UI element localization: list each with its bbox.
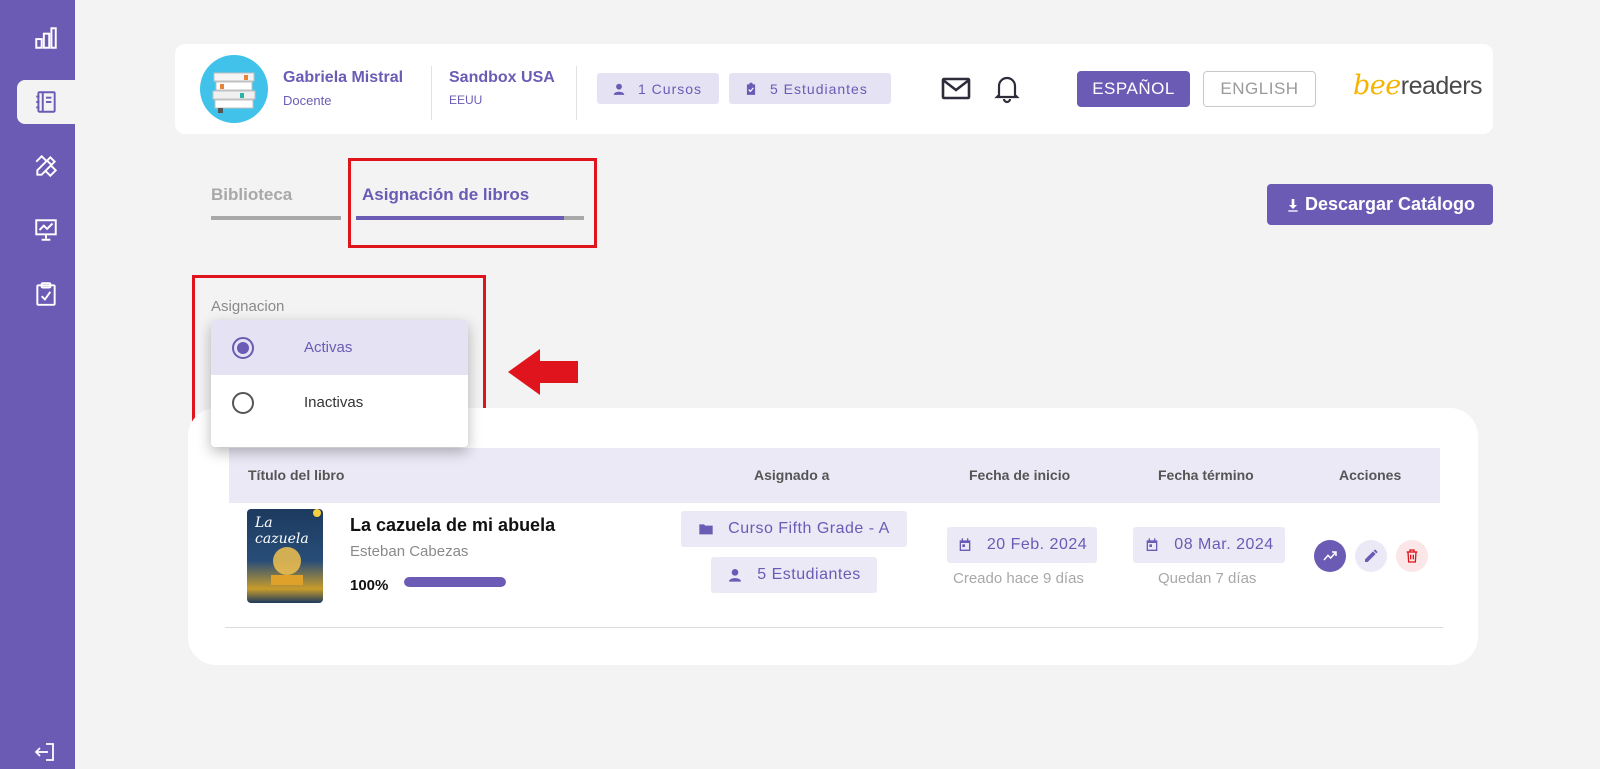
assigned-students-tag[interactable]: 5 Estudiantes <box>711 557 877 593</box>
sidebar-item-tasks[interactable] <box>17 272 75 316</box>
students-count: 5 Estudiantes <box>770 80 868 97</box>
book-cover-art-icon <box>271 509 321 585</box>
delete-button[interactable] <box>1396 540 1428 572</box>
sidebar-item-library[interactable] <box>17 80 75 124</box>
person-icon <box>613 83 625 95</box>
table-header <box>229 448 1440 503</box>
beereaders-logo: beereaders <box>1353 70 1483 101</box>
sidebar <box>0 0 75 769</box>
book-cover[interactable]: La cazuela <box>247 509 323 603</box>
tab-biblioteca[interactable]: Biblioteca <box>211 185 292 205</box>
bar-chart-icon <box>35 27 57 49</box>
red-arrow-icon <box>508 349 578 395</box>
pencil-ruler-icon <box>35 154 58 178</box>
assigned-course-tag[interactable]: Curso Fifth Grade - A <box>681 511 907 547</box>
progress-percent: 100% <box>350 577 389 594</box>
option-activas[interactable]: Activas <box>211 320 468 375</box>
start-date-note: Creado hace 9 días <box>953 570 1084 587</box>
end-date-note: Quedan 7 días <box>1158 570 1257 587</box>
logo-bee: bee <box>1353 70 1401 101</box>
header-divider <box>431 66 432 120</box>
progress-bar-fill <box>404 577 506 587</box>
language-es-button[interactable]: ESPAÑOL <box>1077 71 1190 107</box>
download-catalog-label: Descargar Catálogo <box>1304 194 1476 214</box>
header-divider <box>576 66 577 120</box>
top-header: Gabriela Mistral Docente Sandbox USA EEU… <box>175 44 1493 134</box>
option-inactivas-label: Inactivas <box>304 394 364 411</box>
header-start-date: Fecha de inicio <box>969 467 1071 483</box>
option-inactivas[interactable]: Inactivas <box>211 375 468 430</box>
book-author: Esteban Cabezas <box>350 543 469 560</box>
school-country: EEUU <box>449 93 483 107</box>
progress-bar <box>404 577 506 587</box>
students-pill[interactable]: 5 Estudiantes <box>729 73 891 104</box>
clipboard-check-icon <box>36 282 56 306</box>
calendar-icon <box>959 538 971 551</box>
assigned-course: Curso Fifth Grade - A <box>728 520 890 537</box>
end-date: 08 Mar. 2024 <box>1174 536 1274 553</box>
books-avatar-icon <box>212 72 256 113</box>
header-actions: Acciones <box>1339 467 1402 483</box>
assigned-students: 5 Estudiantes <box>757 566 861 583</box>
end-date-tag: 08 Mar. 2024 <box>1133 527 1285 563</box>
logo-readers: readers <box>1400 72 1483 100</box>
header-end-date: Fecha término <box>1158 467 1254 483</box>
school-name: Sandbox USA <box>449 69 555 86</box>
assignment-dropdown: Activas Inactivas <box>211 320 468 447</box>
mail-icon[interactable] <box>940 72 972 104</box>
option-activas-label: Activas <box>304 339 353 356</box>
radio-unselected-icon <box>232 391 254 414</box>
edit-button[interactable] <box>1355 540 1387 572</box>
folder-icon <box>699 524 713 535</box>
notebook-icon <box>36 91 56 113</box>
header-title: Título del libro <box>248 467 345 483</box>
trash-icon <box>1406 549 1418 563</box>
start-date: 20 Feb. 2024 <box>986 536 1088 553</box>
avatar[interactable] <box>200 55 268 123</box>
language-en-button[interactable]: ENGLISH <box>1203 71 1316 107</box>
book-title[interactable]: La cazuela de mi abuela <box>350 515 555 536</box>
calendar-icon <box>1146 538 1158 551</box>
trend-chart-icon <box>1323 551 1337 561</box>
row-divider <box>225 627 1443 628</box>
pencil-icon <box>1365 549 1378 562</box>
logout-icon[interactable] <box>33 740 57 764</box>
courses-pill[interactable]: 1 Cursos <box>597 73 719 104</box>
tab-biblioteca-underline <box>211 216 341 220</box>
header-assigned: Asignado a <box>754 467 830 483</box>
start-date-tag: 20 Feb. 2024 <box>947 527 1097 563</box>
user-role: Docente <box>283 93 332 108</box>
presentation-chart-icon <box>35 219 57 241</box>
sidebar-item-tools[interactable] <box>17 144 75 188</box>
radio-selected-icon <box>232 336 254 359</box>
user-name: Gabriela Mistral <box>283 69 404 86</box>
bell-icon[interactable] <box>991 72 1023 104</box>
stats-button[interactable] <box>1314 540 1346 572</box>
sidebar-item-dashboard[interactable] <box>17 16 75 60</box>
highlight-box-tabs <box>348 158 597 248</box>
clipboard-check-icon <box>746 82 756 95</box>
sidebar-item-reports[interactable] <box>17 208 75 252</box>
download-catalog-button[interactable]: Descargar Catálogo <box>1267 184 1493 225</box>
person-icon <box>729 569 742 582</box>
courses-count: 1 Cursos <box>638 80 703 97</box>
download-icon <box>1288 198 1298 212</box>
